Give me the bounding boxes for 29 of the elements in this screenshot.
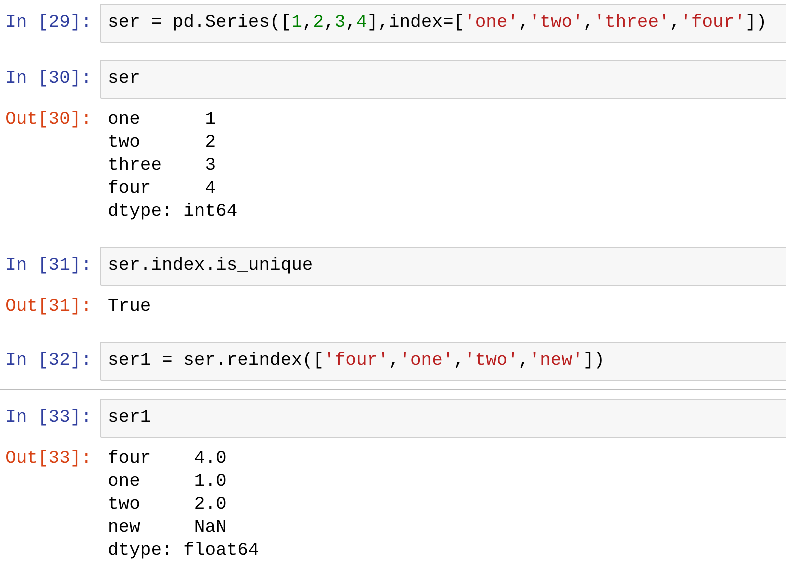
output-prompt: Out[30]: — [4, 109, 92, 132]
code-input[interactable]: ser1 — [100, 399, 786, 438]
code-input[interactable]: ser = pd.Series([1,2,3,4],index=['one','two','three','four']) — [100, 4, 786, 43]
code-input[interactable]: ser.index.is_unique — [100, 247, 786, 286]
output-prompt: Out[33]: — [4, 448, 92, 471]
notebook-cell[interactable]: In [31]: ser.index.is_unique Out[31]: True — [0, 243, 786, 338]
code-input[interactable]: ser1 = ser.reindex(['four','one','two','new']) — [100, 342, 786, 381]
notebook-cell[interactable]: In [32]: ser1 = ser.reindex(['four','one','two','new']) — [0, 338, 786, 390]
input-prompt: In [32]: — [4, 350, 92, 373]
output-line: four 4 — [108, 178, 218, 201]
output-line: True — [108, 296, 152, 319]
output-line: four 4.0 — [108, 448, 228, 471]
input-prompt: In [31]: — [4, 255, 92, 278]
input-prompt: In [29]: — [4, 12, 92, 35]
output-line: dtype: float64 — [108, 540, 260, 563]
output-line: one 1.0 — [108, 471, 228, 494]
notebook-cell[interactable]: In [29]: ser = pd.Series([1,2,3,4],index=['one','two','three','four']) — [0, 0, 786, 56]
output-prompt: Out[31]: — [4, 296, 92, 319]
output-line: three 3 — [108, 155, 218, 178]
output-line: dtype: int64 — [108, 201, 238, 224]
output-line: one 1 — [108, 109, 218, 132]
notebook-cell[interactable]: In [33]: ser1 Out[33]: four 4.0 one 1.0 two 2.0 new NaN dtype: float64 — [0, 395, 786, 568]
input-prompt: In [33]: — [4, 407, 92, 430]
code-input[interactable]: ser — [100, 60, 786, 99]
input-prompt: In [30]: — [4, 68, 92, 91]
notebook-cell[interactable]: In [30]: ser Out[30]: one 1 two 2 three 3 four 4 dtype: int64 — [0, 56, 786, 243]
output-line: new NaN — [108, 517, 228, 540]
output-line: two 2 — [108, 132, 218, 155]
output-line: two 2.0 — [108, 494, 228, 517]
